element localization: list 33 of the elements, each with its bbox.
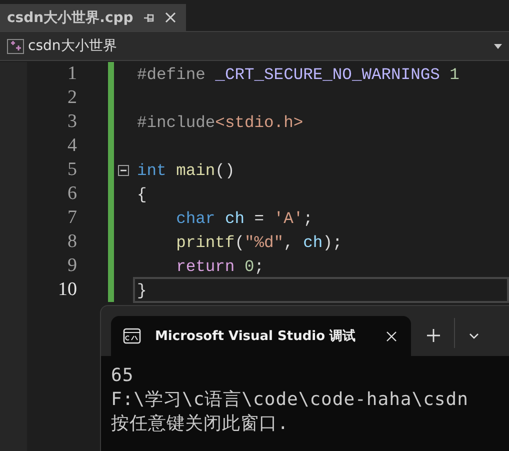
code-line: char ch = 'A'; <box>175 208 313 228</box>
code-line: { <box>137 184 147 204</box>
line-number: 7 <box>66 207 77 229</box>
console-output-line: 按任意键关闭此窗口. <box>111 412 290 436</box>
code-line: #include<stdio.h> <box>137 112 304 132</box>
code-line: int main() <box>137 160 235 180</box>
collapse-icon[interactable] <box>118 164 129 176</box>
pin-icon[interactable] <box>143 12 156 22</box>
line-number: 4 <box>66 135 77 157</box>
code-line: } <box>137 280 147 300</box>
project-icon <box>7 38 24 54</box>
new-tab-icon[interactable] <box>427 329 440 342</box>
dropdown-arrow-icon[interactable] <box>494 44 502 48</box>
code-line: printf("%d", ch); <box>175 232 342 252</box>
line-number: 2 <box>66 87 77 109</box>
close-icon[interactable] <box>165 12 176 23</box>
console-output-line: F:\学习\c语言\code\code-haha\csdn <box>111 388 470 412</box>
line-number: 10 <box>57 279 77 301</box>
scope-label[interactable]: csdn大小世界 <box>28 37 490 55</box>
document-tab[interactable]: csdn大小世界.cpp <box>0 4 186 31</box>
code-line: #define _CRT_SECURE_NO_WARNINGS 1 <box>137 64 460 84</box>
line-number: 8 <box>66 231 77 253</box>
chevron-down-icon[interactable] <box>469 333 479 339</box>
close-icon[interactable] <box>386 330 397 342</box>
line-number: 3 <box>66 111 77 133</box>
line-number: 9 <box>66 255 77 277</box>
line-number: 6 <box>66 183 77 205</box>
code-line: return 0; <box>175 256 264 276</box>
line-number: 1 <box>66 63 77 85</box>
console-output-line: 65 <box>111 364 135 388</box>
terminal-tab[interactable]: Microsoft Visual Studio 调试 <box>111 316 411 356</box>
line-number: 5 <box>66 159 77 181</box>
console-icon <box>123 328 141 344</box>
